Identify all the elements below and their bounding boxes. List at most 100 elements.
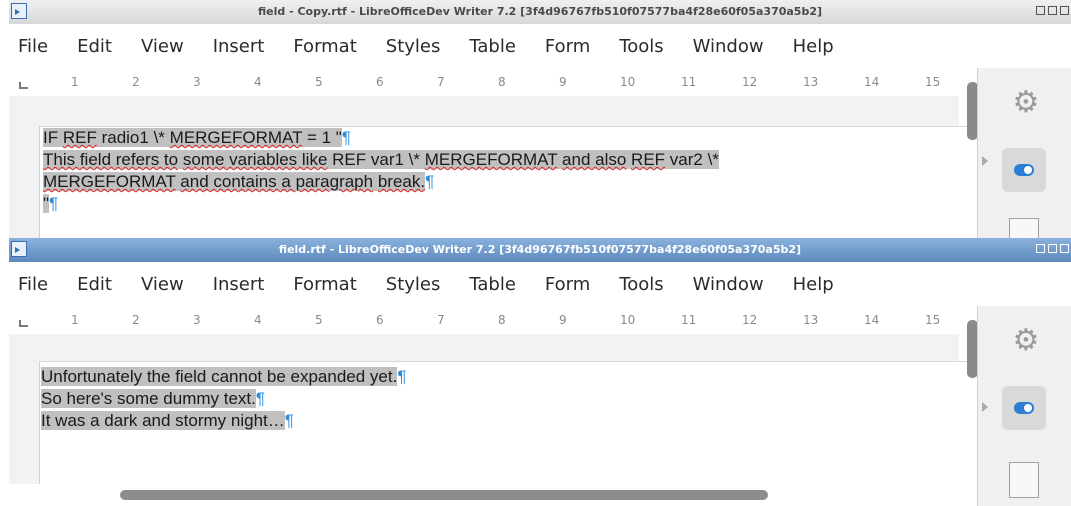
text-run: \* (408, 150, 421, 169)
menu-tools[interactable]: Tools (619, 274, 663, 295)
paragraph-field-text-cont[interactable]: MERGEFORMAT and contains a paragraph bre… (43, 171, 963, 193)
menu-styles[interactable]: Styles (386, 274, 441, 295)
horizontal-ruler[interactable]: 1 2 3 4 5 6 7 8 9 10 11 12 13 14 15 (9, 306, 959, 334)
paragraph-field-end[interactable]: "¶ (43, 193, 963, 215)
menu-insert[interactable]: Insert (213, 36, 265, 57)
title-bar[interactable]: field - Copy.rtf - LibreOfficeDev Writer… (9, 0, 1071, 25)
page-icon[interactable] (1009, 218, 1039, 238)
text-run: \* (153, 128, 165, 147)
gear-icon[interactable]: ⚙ (1009, 324, 1043, 358)
ruler-tick: 7 (437, 75, 445, 89)
window-title: field.rtf - LibreOfficeDev Writer 7.2 [3… (278, 243, 802, 256)
text-run: break. (377, 172, 426, 191)
menu-table[interactable]: Table (469, 274, 516, 295)
menu-view[interactable]: View (141, 274, 184, 295)
menu-bar: File Edit View Insert Format Styles Tabl… (9, 262, 1071, 306)
text-run: radio1 (101, 128, 149, 147)
close-button[interactable] (1060, 244, 1069, 253)
menu-edit[interactable]: Edit (77, 274, 112, 295)
text-run: This field refers to (43, 150, 179, 169)
ruler-tick: 9 (559, 313, 567, 327)
pilcrow-mark: ¶ (341, 128, 351, 147)
ruler-tick: 8 (498, 75, 506, 89)
minimize-button[interactable] (1036, 6, 1045, 15)
close-button[interactable] (1060, 6, 1069, 15)
maximize-button[interactable] (1048, 6, 1057, 15)
text-run: and also (562, 150, 627, 169)
document-area[interactable]: IF REF radio1 \* MERGEFORMAT = 1 "¶ This… (9, 96, 970, 238)
menu-format[interactable]: Format (293, 274, 356, 295)
horizontal-ruler[interactable]: 1 2 3 4 5 6 7 8 9 10 11 12 13 14 15 (9, 68, 959, 96)
document-area[interactable]: Unfortunately the field cannot be expand… (9, 334, 970, 484)
ruler-tick: 6 (376, 313, 384, 327)
menu-help[interactable]: Help (793, 274, 834, 295)
paragraph-field-text[interactable]: This field refers to some variables like… (43, 149, 963, 171)
menu-file[interactable]: File (18, 274, 48, 295)
ruler-tick: 10 (620, 313, 636, 327)
menu-tools[interactable]: Tools (619, 36, 663, 57)
ruler-tick: 1 (71, 313, 79, 327)
ruler-tick: 4 (254, 75, 262, 89)
text-run: IF (43, 128, 59, 147)
document-page[interactable]: Unfortunately the field cannot be expand… (39, 361, 970, 484)
menu-form[interactable]: Form (545, 274, 590, 295)
menu-form[interactable]: Form (545, 36, 590, 57)
ruler-tick: 11 (681, 75, 697, 89)
sidebar-deck: ⚙ (977, 306, 1071, 506)
maximize-button[interactable] (1048, 244, 1057, 253)
menu-insert[interactable]: Insert (213, 274, 265, 295)
tab-stop-selector-icon[interactable] (19, 82, 28, 89)
pilcrow-mark: ¶ (397, 367, 407, 386)
text-run: and contains a paragraph (180, 172, 374, 191)
text-run: MERGEFORMAT (424, 150, 558, 169)
paragraph-field-code[interactable]: IF REF radio1 \* MERGEFORMAT = 1 "¶ (43, 127, 963, 149)
writer-window-field-copy: field - Copy.rtf - LibreOfficeDev Writer… (9, 0, 1071, 238)
menu-file[interactable]: File (18, 36, 48, 57)
properties-toggle-icon[interactable] (1002, 386, 1046, 430)
pilcrow-mark: ¶ (284, 411, 294, 430)
text-run: REF var1 (332, 150, 404, 169)
minimize-button[interactable] (1036, 244, 1045, 253)
menu-view[interactable]: View (141, 36, 184, 57)
menu-edit[interactable]: Edit (77, 36, 112, 57)
ruler-tick: 1 (71, 75, 79, 89)
title-bar[interactable]: field.rtf - LibreOfficeDev Writer 7.2 [3… (9, 238, 1071, 262)
paragraph[interactable]: It was a dark and stormy night…¶ (41, 410, 406, 432)
ruler-tick: 10 (620, 75, 636, 89)
ruler-tick: 14 (864, 313, 880, 327)
horizontal-scrollbar[interactable] (120, 490, 768, 500)
text-run: So here's some dummy text. (41, 389, 256, 408)
ruler-tick: 9 (559, 75, 567, 89)
text-run: It was a dark and stormy night… (41, 411, 285, 430)
paragraph[interactable]: Unfortunately the field cannot be expand… (41, 366, 406, 388)
page-icon[interactable] (1009, 462, 1039, 498)
menu-window[interactable]: Window (693, 274, 764, 295)
sidebar-deck: ⚙ (977, 68, 1071, 238)
document-page[interactable]: IF REF radio1 \* MERGEFORMAT = 1 "¶ This… (39, 126, 970, 238)
text-run: = 1 " (306, 128, 342, 147)
properties-toggle-icon[interactable] (1002, 148, 1046, 192)
ruler-tick: 3 (193, 313, 201, 327)
sidebar-collapse-icon[interactable] (982, 156, 988, 166)
pilcrow-mark: ¶ (49, 194, 59, 213)
ruler-tick: 2 (132, 75, 140, 89)
sidebar-collapse-icon[interactable] (982, 402, 988, 412)
menu-format[interactable]: Format (293, 36, 356, 57)
menu-styles[interactable]: Styles (386, 36, 441, 57)
pilcrow-mark: ¶ (255, 389, 266, 408)
text-run: some variables like (182, 150, 328, 169)
gear-icon[interactable]: ⚙ (1009, 86, 1043, 120)
ruler-tick: 13 (803, 75, 819, 89)
tab-stop-selector-icon[interactable] (19, 320, 28, 327)
text-run: MERGEFORMAT (43, 172, 176, 191)
menu-window[interactable]: Window (693, 36, 764, 57)
paragraph[interactable]: So here's some dummy text.¶ (41, 388, 406, 410)
menu-table[interactable]: Table (469, 36, 516, 57)
text-run: Unfortunately the field cannot be expand… (41, 367, 398, 386)
pilcrow-mark: ¶ (425, 172, 435, 191)
ruler-tick: 6 (376, 75, 384, 89)
ruler-tick: 5 (315, 313, 323, 327)
ruler-tick: 11 (681, 313, 697, 327)
writer-app-icon (11, 241, 27, 257)
menu-help[interactable]: Help (793, 36, 834, 57)
